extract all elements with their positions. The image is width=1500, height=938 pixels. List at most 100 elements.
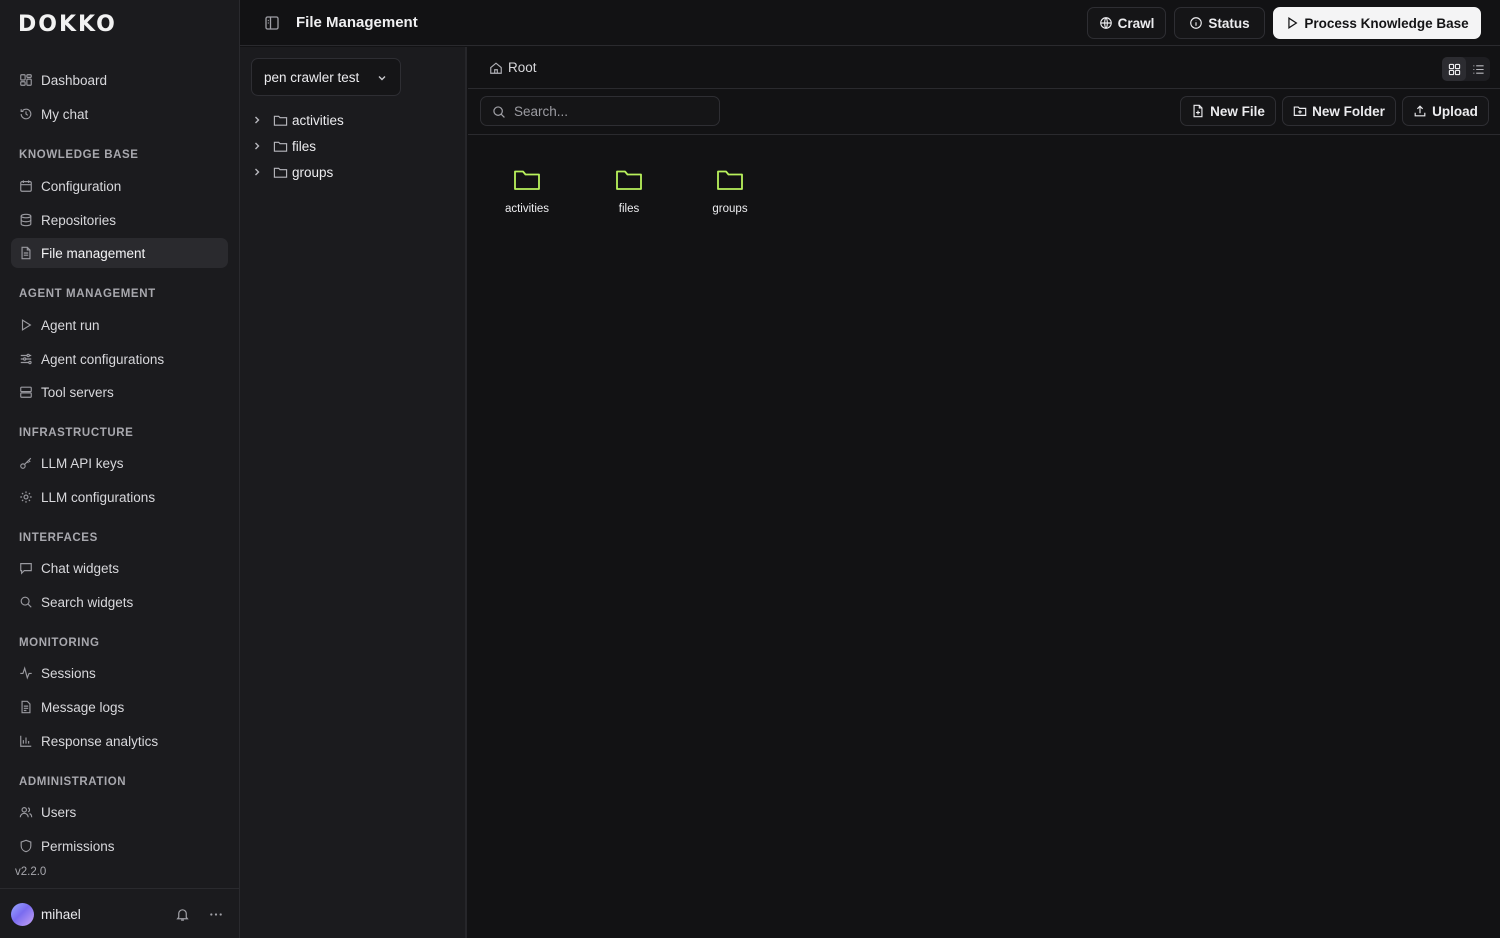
sidebar-item-agent-run[interactable]: Agent run	[11, 310, 228, 340]
sidebar-toggle-icon[interactable]	[264, 15, 280, 31]
folder-icon	[616, 170, 642, 190]
search-icon	[493, 106, 505, 118]
repository-select-value: pen crawler test	[264, 69, 360, 85]
folder-icon	[273, 141, 288, 152]
page-title: File Management	[296, 14, 418, 31]
more-options-icon[interactable]	[208, 907, 224, 922]
sidebar-item-llm-configurations[interactable]: LLM configurations	[11, 482, 228, 512]
new-file-button[interactable]: New File	[1180, 96, 1276, 126]
folder-tile-activities[interactable]: activities	[487, 165, 567, 225]
log-icon	[21, 700, 31, 714]
sidebar-item-llm-api-keys[interactable]: LLM API keys	[11, 448, 228, 478]
search-input[interactable]	[514, 97, 714, 125]
sidebar-item-tool-servers[interactable]: Tool servers	[11, 377, 228, 407]
upload-label: Upload	[1432, 103, 1478, 119]
file-plus-icon	[1193, 104, 1203, 118]
users-icon	[19, 807, 33, 818]
sidebar-item-users[interactable]: Users	[11, 797, 228, 827]
crawl-button[interactable]: Crawl	[1087, 7, 1166, 39]
database-icon	[20, 213, 32, 227]
status-button[interactable]: Status	[1174, 7, 1265, 39]
file-toolbar: New File New Folder Upload	[468, 89, 1500, 135]
sidebar-item-repositories[interactable]: Repositories	[11, 205, 228, 235]
folder-tile-groups[interactable]: groups	[690, 165, 770, 225]
crawl-label: Crawl	[1117, 15, 1155, 31]
process-knowledge-base-button[interactable]: Process Knowledge Base	[1273, 7, 1481, 39]
new-folder-button[interactable]: New Folder	[1282, 96, 1396, 126]
chevron-right-icon[interactable]	[251, 140, 263, 152]
new-file-label: New File	[1210, 103, 1265, 119]
sidebar-item-label: Agent configurations	[41, 351, 165, 367]
folder-icon	[273, 167, 288, 178]
tree-item-label: groups	[292, 164, 334, 180]
sidebar-item-label: LLM configurations	[41, 489, 156, 505]
breadcrumb[interactable]: Root	[489, 60, 537, 75]
bar-chart-icon	[20, 735, 32, 747]
sidebar-item-search-widgets[interactable]: Search widgets	[11, 587, 228, 617]
folder-label: groups	[712, 203, 748, 215]
sidebar-item-my-chat[interactable]: My chat	[11, 99, 228, 129]
new-folder-label: New Folder	[1312, 103, 1385, 119]
sidebar-item-label: Sessions	[41, 665, 96, 681]
tree-item-label: files	[292, 138, 317, 154]
sidebar-item-label: LLM API keys	[41, 455, 124, 471]
key-icon	[20, 457, 32, 469]
calendar-icon	[20, 180, 32, 192]
sidebar-item-label: Agent run	[41, 317, 100, 333]
folder-tile-files[interactable]: files	[589, 165, 669, 225]
chevron-right-icon[interactable]	[251, 166, 263, 178]
folder-icon	[717, 170, 743, 190]
repository-select[interactable]: pen crawler test	[251, 58, 401, 96]
folder-tree-panel: pen crawler test activities files groups	[240, 47, 467, 938]
upload-button[interactable]: Upload	[1402, 96, 1489, 126]
section-monitoring: MONITORING	[19, 637, 100, 649]
file-icon	[21, 246, 31, 260]
sliders-icon	[20, 353, 32, 365]
info-icon	[1190, 17, 1203, 29]
sidebar-item-agent-configurations[interactable]: Agent configurations	[11, 344, 228, 374]
grid-view-button[interactable]	[1442, 57, 1466, 81]
sidebar-item-permissions[interactable]: Permissions	[11, 831, 228, 861]
username[interactable]: mihael	[41, 907, 81, 922]
sidebar-item-label: Tool servers	[41, 384, 114, 400]
sidebar-item-label: Dashboard	[41, 72, 108, 88]
folder-plus-icon	[1293, 106, 1307, 116]
section-administration: ADMINISTRATION	[19, 776, 127, 788]
sidebar-item-label: Permissions	[41, 838, 115, 854]
view-mode-toggle	[1442, 57, 1490, 81]
tree-item-files[interactable]: files	[251, 135, 316, 157]
status-label: Status	[1208, 15, 1250, 31]
tree-item-groups[interactable]: groups	[251, 161, 333, 183]
sidebar: DOKKO Dashboard My chat KNOWLEDGE BASE C…	[0, 0, 240, 938]
sidebar-item-message-logs[interactable]: Message logs	[11, 692, 228, 722]
breadcrumb-root: Root	[508, 60, 537, 75]
sidebar-item-label: Repositories	[41, 212, 117, 228]
sidebar-item-file-management[interactable]: File management	[11, 238, 228, 268]
tree-item-activities[interactable]: activities	[251, 109, 344, 131]
activity-icon	[20, 666, 32, 680]
bell-icon[interactable]	[175, 907, 190, 922]
sidebar-item-label: Message logs	[41, 699, 125, 715]
list-view-button[interactable]	[1466, 57, 1490, 81]
play-icon	[1288, 17, 1298, 29]
home-icon	[490, 61, 502, 74]
folder-icon	[273, 115, 288, 126]
dashboard-icon	[20, 74, 32, 86]
app-logo[interactable]: DOKKO	[18, 12, 117, 37]
sidebar-item-label: Response analytics	[41, 733, 159, 749]
sidebar-item-dashboard[interactable]: Dashboard	[11, 65, 228, 95]
sidebar-item-configuration[interactable]: Configuration	[11, 171, 228, 201]
gear-icon	[20, 491, 32, 503]
sidebar-item-chat-widgets[interactable]: Chat widgets	[11, 553, 228, 583]
server-icon	[20, 386, 32, 398]
folder-label: files	[618, 203, 640, 215]
file-browser: Root New File New Fold	[468, 47, 1500, 938]
chat-icon	[20, 563, 32, 575]
sidebar-item-response-analytics[interactable]: Response analytics	[11, 726, 228, 756]
avatar[interactable]	[11, 903, 34, 926]
chevron-right-icon[interactable]	[251, 114, 263, 126]
process-label: Process Knowledge Base	[1304, 15, 1469, 31]
history-icon	[20, 108, 32, 120]
sidebar-item-sessions[interactable]: Sessions	[11, 658, 228, 688]
search-box	[480, 96, 720, 126]
